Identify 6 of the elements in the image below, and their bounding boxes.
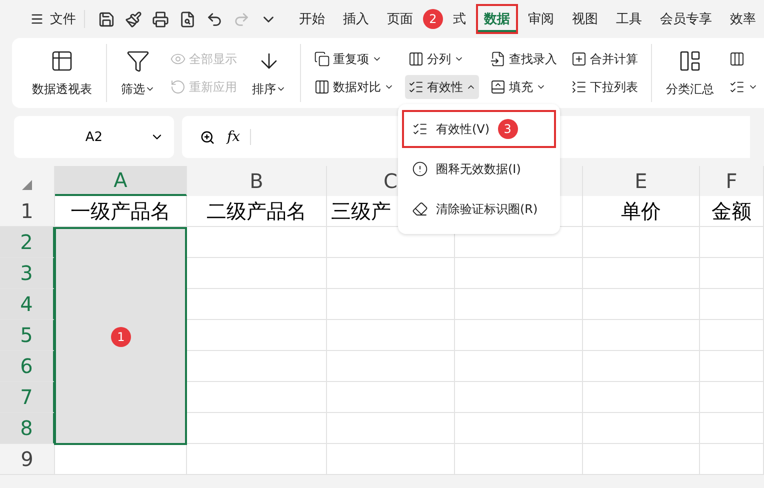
number-badge: 3 [498, 119, 518, 139]
table-cell: 二级产品名 [187, 196, 327, 227]
table-cell: 单价 [583, 196, 700, 227]
table-cell: 金额 [700, 196, 764, 227]
table-cell: 一级产品名 [55, 196, 187, 227]
number-badge: 2 [423, 9, 443, 29]
